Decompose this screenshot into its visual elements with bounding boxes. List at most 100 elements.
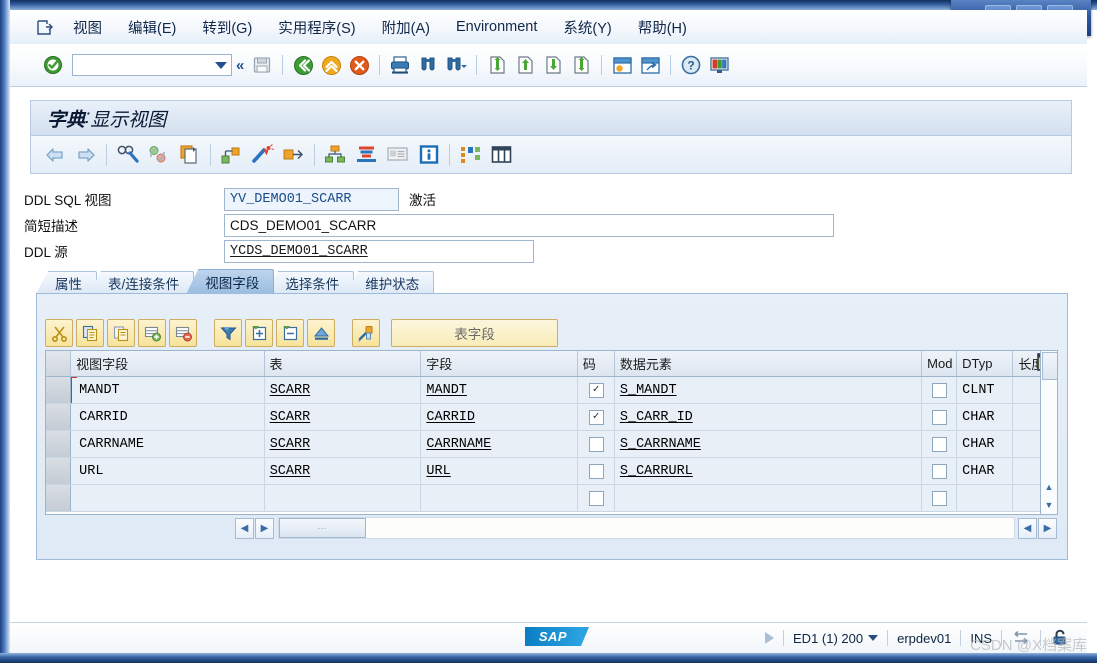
tab-table-join[interactable]: 表/连接条件: [89, 271, 195, 294]
cell-table[interactable]: SCARR: [265, 458, 422, 484]
status-message-icon[interactable]: [756, 632, 783, 644]
cell-table[interactable]: [265, 485, 422, 511]
chevron-down-icon[interactable]: [868, 635, 879, 641]
short-description-input[interactable]: CDS_DEMO01_SCARR: [224, 213, 834, 237]
horizontal-scrollbar-thumb[interactable]: ⋯: [279, 518, 366, 538]
table-row[interactable]: MANDT SCARR MANDT ✓ S_MANDT CLNT: [46, 377, 1057, 404]
cell-key-checkbox[interactable]: ✓: [578, 404, 615, 430]
table-fields-button[interactable]: 表字段: [391, 319, 558, 347]
collapse-left-icon[interactable]: «: [236, 57, 244, 74]
cell-view-field[interactable]: MANDT: [71, 377, 265, 403]
tab-maintenance-status[interactable]: 维护状态: [346, 271, 435, 294]
sort-button[interactable]: [307, 319, 335, 347]
new-session-icon[interactable]: [609, 52, 635, 78]
cell-view-field[interactable]: CARRNAME: [71, 431, 265, 457]
row-selector[interactable]: [46, 377, 72, 403]
cell-dtyp[interactable]: [957, 485, 1014, 511]
ddl-sql-view-input[interactable]: YV_DEMO01_SCARR: [224, 187, 399, 211]
key-checkbox[interactable]: ✓: [588, 409, 604, 425]
key-checkbox[interactable]: ✓: [588, 382, 604, 398]
status-lock-icon[interactable]: [1041, 629, 1079, 647]
forward-arrow-icon[interactable]: [71, 141, 100, 169]
table-row[interactable]: CARRID SCARR CARRID ✓ S_CARR_ID CHAR: [46, 404, 1057, 431]
cell-field[interactable]: [421, 485, 579, 511]
scroll-left-button[interactable]: ◀: [235, 517, 254, 539]
copy-object-icon[interactable]: [175, 141, 204, 169]
mod-checkbox[interactable]: [931, 490, 947, 506]
cell-dtyp[interactable]: CLNT: [957, 377, 1014, 403]
grid-header-dtyp[interactable]: DTyp: [957, 351, 1014, 376]
copy-button[interactable]: [76, 319, 104, 347]
cell-dtyp[interactable]: CHAR: [957, 458, 1014, 484]
table-row[interactable]: CARRNAME SCARR CARRNAME S_CARRNAME CHAR: [46, 431, 1057, 458]
cell-dtyp[interactable]: CHAR: [957, 404, 1014, 430]
cell-mod-checkbox[interactable]: [922, 431, 958, 457]
collapse-button[interactable]: [276, 319, 304, 347]
find-next-icon[interactable]: [443, 52, 469, 78]
customize-icon[interactable]: [706, 52, 732, 78]
first-page-icon[interactable]: [484, 52, 510, 78]
scroll-right-button[interactable]: ▶: [255, 517, 274, 539]
cell-data-element[interactable]: S_MANDT: [615, 377, 923, 403]
cell-data-element[interactable]: [615, 485, 923, 511]
ddl-source-input[interactable]: YCDS_DEMO01_SCARR: [224, 239, 534, 263]
menu-item-extras[interactable]: 附加(A): [369, 13, 443, 42]
grid-header-data-element[interactable]: 数据元素: [615, 351, 923, 376]
cancel-icon[interactable]: [346, 52, 372, 78]
key-checkbox[interactable]: [588, 490, 604, 506]
where-used-icon[interactable]: [279, 141, 308, 169]
activate-icon[interactable]: [248, 141, 277, 169]
cell-table[interactable]: SCARR: [265, 404, 422, 430]
cell-mod-checkbox[interactable]: [922, 404, 958, 430]
row-selector[interactable]: [46, 431, 72, 457]
table-row[interactable]: URL SCARR URL S_CARRURL CHAR: [46, 458, 1057, 485]
expand-button[interactable]: [245, 319, 273, 347]
status-insert-mode[interactable]: INS: [961, 631, 1001, 646]
cell-dtyp[interactable]: CHAR: [957, 431, 1014, 457]
cell-field[interactable]: URL: [421, 458, 579, 484]
cell-table[interactable]: SCARR: [265, 377, 422, 403]
table-row[interactable]: [46, 485, 1057, 512]
horizontal-scrollbar[interactable]: ⋯: [278, 517, 1015, 539]
enter-check-icon[interactable]: [40, 52, 66, 78]
cell-view-field[interactable]: CARRID: [71, 404, 265, 430]
cell-view-field[interactable]: [71, 485, 265, 511]
find-icon[interactable]: [415, 52, 441, 78]
grid-header-field[interactable]: 字段: [421, 351, 578, 376]
menu-item-edit[interactable]: 编辑(E): [115, 13, 189, 42]
menu-item-environment[interactable]: Environment: [443, 15, 550, 39]
filter-button[interactable]: [214, 319, 242, 347]
cell-mod-checkbox[interactable]: [922, 485, 958, 511]
key-checkbox[interactable]: [588, 463, 604, 479]
grid-header-view-field[interactable]: 视图字段: [71, 351, 265, 376]
exit-icon[interactable]: [318, 52, 344, 78]
key-checkbox[interactable]: [588, 436, 604, 452]
menu-item-system[interactable]: 系统(Y): [550, 13, 624, 42]
grid-header-table[interactable]: 表: [265, 351, 422, 376]
cell-field[interactable]: CARRNAME: [421, 431, 579, 457]
cell-mod-checkbox[interactable]: [922, 458, 958, 484]
contents-icon[interactable]: [487, 141, 516, 169]
cell-key-checkbox[interactable]: [578, 458, 615, 484]
mod-checkbox[interactable]: [931, 436, 947, 452]
database-utility-icon[interactable]: [352, 141, 381, 169]
save-icon[interactable]: [249, 52, 275, 78]
grid-vertical-scrollbar[interactable]: ▲ ▼: [1040, 351, 1057, 514]
back-arrow-icon[interactable]: [40, 141, 69, 169]
cell-view-field[interactable]: URL: [71, 458, 265, 484]
vertical-scrollbar-thumb[interactable]: [1042, 352, 1057, 380]
menu-item-view[interactable]: 视图: [60, 13, 115, 42]
info-icon[interactable]: [414, 141, 443, 169]
tab-view-fields[interactable]: 视图字段: [186, 269, 275, 294]
cell-key-checkbox[interactable]: [578, 431, 615, 457]
previous-page-icon[interactable]: [512, 52, 538, 78]
grid-header-key[interactable]: 码: [578, 351, 615, 376]
display-change-icon[interactable]: [113, 141, 142, 169]
insert-row-button[interactable]: [138, 319, 166, 347]
menu-item-help[interactable]: 帮助(H): [625, 13, 700, 42]
cell-table[interactable]: SCARR: [265, 431, 422, 457]
status-system-info[interactable]: ED1 (1) 200: [784, 631, 887, 646]
delete-row-button[interactable]: [169, 319, 197, 347]
page-right-button[interactable]: ▶: [1038, 517, 1057, 539]
cell-key-checkbox[interactable]: [578, 485, 615, 511]
